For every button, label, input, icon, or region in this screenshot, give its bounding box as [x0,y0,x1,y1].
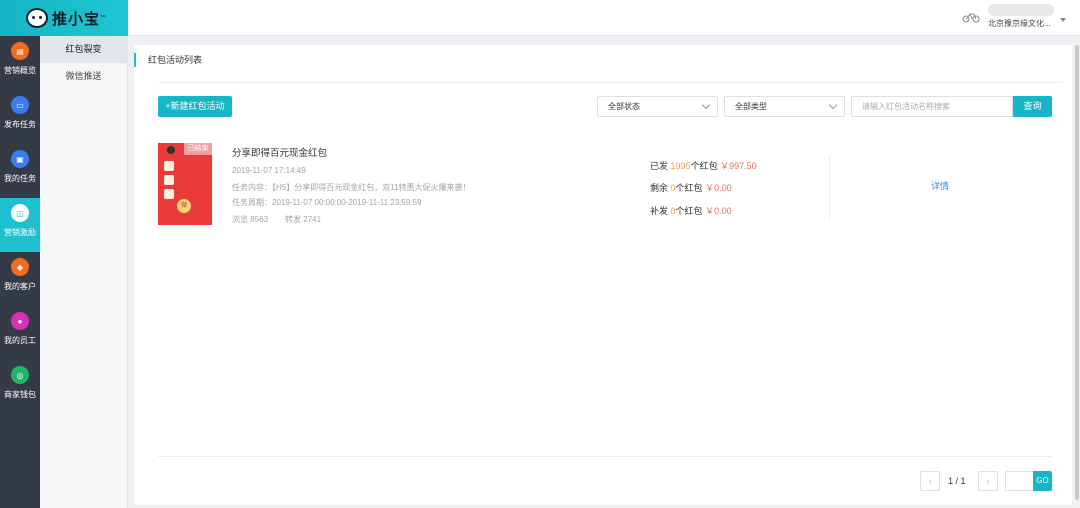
nav-label: 我的客户 [4,282,36,291]
activity-period: 任务周期：2019-11-07 00:00:00-2019-11-11 23:5… [232,198,422,207]
top-bar: 推小宝 ™ 北京豫京缘文化... [0,0,1080,36]
stat-label: 剩余 [650,183,669,193]
bike-icon [962,13,980,22]
chevron-down-icon [701,100,711,110]
divider [829,156,830,219]
activity-thumbnail[interactable]: 已结束 微 [158,143,212,225]
scrollbar-thumb[interactable] [1075,45,1079,500]
task-icon: ▭ [11,96,29,114]
trademark: ™ [100,15,107,21]
app-name: 推小宝 [52,10,101,28]
nav-item-publish-task[interactable]: ▭ 发布任务 [0,90,40,144]
sub-nav: 红包裂变 微信推送 [40,36,128,508]
stat-amount: ￥997.50 [720,161,757,171]
go-page-button[interactable]: GO [1033,471,1052,491]
red-packet-icon [164,189,174,199]
avatar [167,146,175,154]
nav-label: 我的员工 [4,336,36,345]
activity-title[interactable]: 分享即得百元现金红包 [232,145,327,159]
company-name: 北京豫京缘文化... [988,19,1051,28]
status-select[interactable]: 全部状态 [597,96,718,117]
stat-label: 补发 [650,206,669,216]
nav-label: 我的任务 [4,174,36,183]
main-panel: 红包活动列表 +新建红包活动 全部状态 全部类型 请输入红包活动名称搜索 查询 … [134,45,1072,505]
subnav-item-red-packet-fission[interactable]: 红包裂变 [40,36,127,63]
nav-item-marketing-overview[interactable]: ▤ 营销概览 [0,36,40,90]
logo[interactable]: 推小宝 ™ [0,0,128,36]
chevron-down-icon [828,100,838,110]
red-packet-icon [164,175,174,185]
type-select-value: 全部类型 [735,102,767,111]
wallet-icon: ◎ [11,366,29,384]
user-name-redacted [988,4,1054,16]
gift-icon: ◫ [11,204,29,222]
nav-item-my-employees[interactable]: ● 我的员工 [0,306,40,360]
activity-created-time: 2019-11-07 17:14:49 [232,166,306,175]
stat-label: 已发 [650,161,669,171]
divider [158,82,1062,83]
subnav-item-wechat-push[interactable]: 微信推送 [40,63,127,90]
stat-remaining: 剩余 0个红包 ￥0.00 [650,181,732,194]
nav-item-my-tasks[interactable]: ▣ 我的任务 [0,144,40,198]
chevron-down-icon[interactable] [1060,17,1066,22]
activity-views: 浏览 8563 [232,215,269,224]
stat-unit: 个红包 [690,161,718,171]
list-icon: ▣ [11,150,29,168]
user-menu[interactable]: 北京豫京缘文化... [962,4,1066,29]
customer-icon: ◆ [11,258,29,276]
create-red-packet-button[interactable]: +新建红包活动 [158,96,232,117]
type-select[interactable]: 全部类型 [724,96,845,117]
nav-label: 商家钱包 [4,390,36,399]
prev-page-button[interactable]: ‹ [920,471,940,491]
page-number-input[interactable] [1005,471,1033,491]
stat-count: 1995 [670,161,691,171]
nav-item-merchant-wallet[interactable]: ◎ 商家钱包 [0,360,40,414]
stat-sent: 已发 1995个红包 ￥997.50 [650,159,757,172]
stat-amount: ￥0.00 [705,183,732,193]
status-select-value: 全部状态 [608,102,640,111]
main-nav: ▤ 营销概览 ▭ 发布任务 ▣ 我的任务 ◫ 营销激励 ◆ 我的客户 ● 我的员… [0,36,40,508]
activity-content: 任务内容：【H5】分享即得百元现金红包，双11特惠大促火爆来袭！ [232,183,471,192]
divider [158,456,1052,457]
activity-shares: 转发 2741 [285,215,322,224]
page-title: 红包活动列表 [134,53,202,67]
nav-item-my-customers[interactable]: ◆ 我的客户 [0,252,40,306]
chart-icon: ▤ [11,42,29,60]
red-packet-icon [164,161,174,171]
page-info: 1 / 1 [948,476,966,486]
status-badge: 已结束 [184,143,212,155]
stat-unit: 个红包 [675,183,703,193]
stat-reissue: 补发 0个红包 ￥0.00 [650,204,732,217]
stat-amount: ￥0.00 [705,206,732,216]
search-input[interactable]: 请输入红包活动名称搜索 [851,96,1013,117]
employee-icon: ● [11,312,29,330]
next-page-button[interactable]: › [978,471,998,491]
mascot-logo-icon [26,8,48,28]
nav-item-marketing-incentive[interactable]: ◫ 营销激励 [0,198,40,252]
coin-icon: 微 [177,199,191,213]
detail-link[interactable]: 详情 [931,179,949,192]
nav-label: 发布任务 [4,120,36,129]
query-button[interactable]: 查询 [1013,96,1052,117]
nav-label: 营销概览 [4,66,36,75]
nav-label: 营销激励 [4,228,36,237]
stat-unit: 个红包 [675,206,703,216]
